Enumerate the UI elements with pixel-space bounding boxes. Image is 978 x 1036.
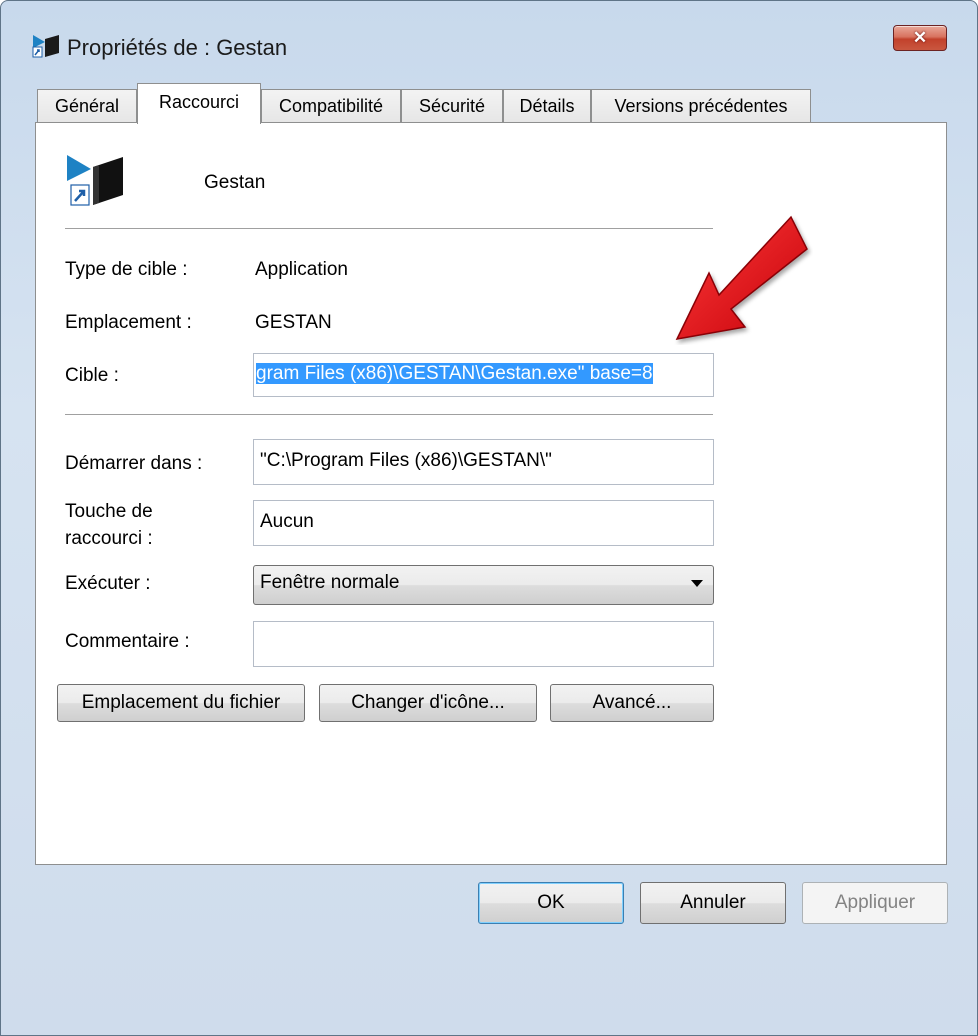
separator — [65, 414, 713, 415]
open-file-location-label: Emplacement du fichier — [81, 692, 281, 713]
change-icon-label: Changer d'icône... — [351, 692, 505, 713]
comment-label: Commentaire : — [65, 631, 190, 652]
target-label: Cible : — [65, 365, 119, 386]
ok-button[interactable]: OK — [478, 882, 624, 924]
tab-shortcut[interactable]: Raccourci — [137, 83, 261, 124]
comment-field[interactable] — [253, 621, 714, 667]
chevron-down-icon — [691, 580, 703, 587]
close-icon: ✕ — [912, 28, 928, 47]
advanced-label: Avancé... — [592, 692, 672, 713]
run-label: Exécuter : — [65, 573, 151, 594]
cancel-button[interactable]: Annuler — [640, 882, 786, 924]
window-title: Propriétés de : Gestan — [67, 35, 288, 60]
app-icon — [32, 35, 59, 58]
tab-security[interactable]: Sécurité — [401, 89, 503, 123]
tab-previous-versions[interactable]: Versions précédentes — [591, 89, 811, 123]
apply-label: Appliquer — [834, 892, 916, 913]
separator — [65, 228, 713, 229]
shortcut-name: Gestan — [204, 172, 266, 193]
hotkey-label-line1: Touche de — [65, 501, 153, 522]
target-selected-text: gram Files (x86)\GESTAN\Gestan.exe" base… — [256, 363, 653, 384]
target-type-value: Application — [255, 259, 348, 280]
apply-button[interactable]: Appliquer — [802, 882, 948, 924]
tab-compatibility[interactable]: Compatibilité — [261, 89, 401, 123]
properties-window: Propriétés de : Gestan ✕ Général Raccour… — [0, 0, 978, 1036]
cancel-label: Annuler — [680, 892, 746, 913]
hotkey-label-line2: raccourci : — [65, 528, 153, 549]
run-select[interactable]: Fenêtre normale — [253, 565, 714, 605]
close-button[interactable]: ✕ — [893, 25, 947, 51]
open-file-location-button[interactable]: Emplacement du fichier — [57, 684, 305, 722]
target-field[interactable]: gram Files (x86)\GESTAN\Gestan.exe" base… — [253, 353, 714, 397]
gestan-shortcut-icon — [67, 155, 123, 206]
tab-general[interactable]: Général — [37, 89, 137, 123]
red-arrow-annotation-icon — [675, 215, 808, 340]
change-icon-button[interactable]: Changer d'icône... — [319, 684, 537, 722]
run-value: Fenêtre normale — [260, 572, 400, 593]
target-type-label: Type de cible : — [65, 259, 188, 280]
hotkey-field[interactable]: Aucun — [253, 500, 714, 546]
hotkey-value: Aucun — [260, 511, 314, 532]
title-bar[interactable]: Propriétés de : Gestan ✕ — [1, 1, 977, 65]
location-value: GESTAN — [255, 312, 332, 333]
start-in-field[interactable]: "C:\Program Files (x86)\GESTAN\" — [253, 439, 714, 485]
advanced-button[interactable]: Avancé... — [550, 684, 714, 722]
ok-label: OK — [537, 892, 565, 913]
start-in-label: Démarrer dans : — [65, 453, 203, 474]
location-label: Emplacement : — [65, 312, 192, 333]
start-in-value: "C:\Program Files (x86)\GESTAN\" — [260, 450, 552, 471]
tab-details[interactable]: Détails — [503, 89, 591, 123]
